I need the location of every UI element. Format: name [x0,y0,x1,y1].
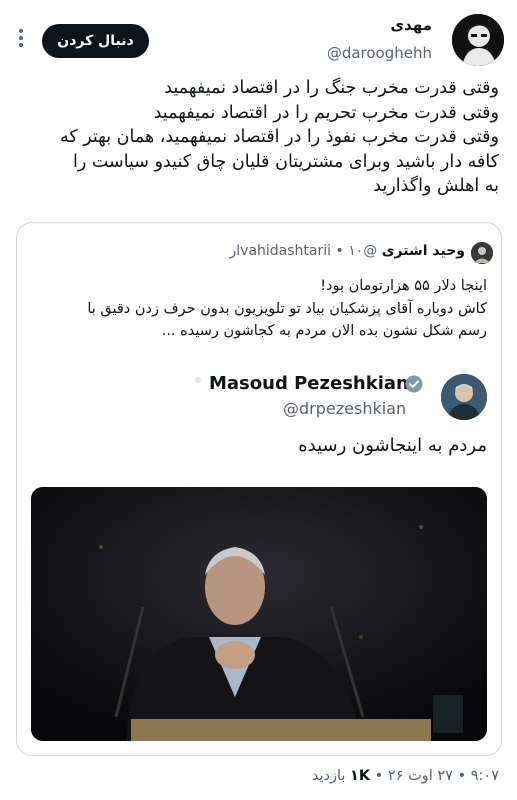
author-name[interactable]: مهدی [390,16,432,34]
tweet: مهدی @darooghehh دنبال کردن وقتی قدرت مخ… [0,0,517,800]
embedded-author-handle: @drpezeshkian [283,399,407,418]
embedded-tweet-text: مردم به اینجاشون رسیده [298,435,487,456]
views-label: بازدید [311,768,346,784]
quote-author-name[interactable]: وحید اشتری [382,243,465,259]
follow-button[interactable]: دنبال کردن [42,24,149,58]
quote-author-avatar[interactable] [471,242,493,264]
tweet-line: کافه دار باشید وبرای مشتریتان قلیان چاق … [72,151,499,172]
tweet-line: وقتی قدرت مخرب تحریم را در اقتصاد نمیفهم… [153,102,499,123]
decorative-dot [195,377,201,383]
more-vertical-icon[interactable] [12,28,30,48]
meta-separator: • [374,768,384,784]
quoted-tweet[interactable]: وحید اشتری @vahidashtarii • ۱۰ار اینجا د… [16,222,502,756]
author-handle[interactable]: @darooghehh [327,44,432,62]
author-avatar[interactable] [452,14,504,66]
tweet-line: وقتی قدرت مخرب جنگ را در اقتصاد نمیفهمید [164,78,499,98]
tweet-date[interactable]: ۲۷ اوت ۲۶ [388,768,453,784]
tweet-text: وقتی قدرت مخرب جنگ را در اقتصاد نمیفهمید… [9,76,499,199]
tweet-time[interactable]: ۹:۰۷ [471,768,499,784]
tweet-meta: ۹:۰۷ • ۲۷ اوت ۲۶ • ۱K بازدید [312,768,499,784]
verified-badge-icon [405,375,423,393]
quote-text: اینجا دلار ۵۵ هزارتومان بود! کاش دوباره … [27,275,487,343]
video-thumbnail[interactable] [31,487,487,741]
quote-separator: • [335,243,344,259]
embedded-author-name: Masoud Pezeshkian [209,373,409,394]
quote-header: وحید اشتری @vahidashtarii • ۱۰ار [230,243,466,259]
tweet-line: به اهلش واگذارید [373,176,499,196]
quote-line: کاش دوباره آقای پزشکیان بیاد تو تلویزیون… [87,300,487,317]
tweet-line: وقتی قدرت مخرب نفوذ را در اقتصاد نمیفهمی… [59,127,499,147]
video-frame-illustration [31,487,487,741]
quote-line: رسم شکل نشون بده الان مردم به کجاشون رسی… [161,323,487,339]
quote-line: اینجا دلار ۵۵ هزارتومان بود! [320,278,487,294]
views-count: ۱K [350,768,371,784]
meta-separator: • [457,768,467,784]
embedded-author-avatar [441,374,487,420]
embedded-tweet-image[interactable]: Masoud Pezeshkian @drpezeshkian مردم به … [17,359,501,755]
